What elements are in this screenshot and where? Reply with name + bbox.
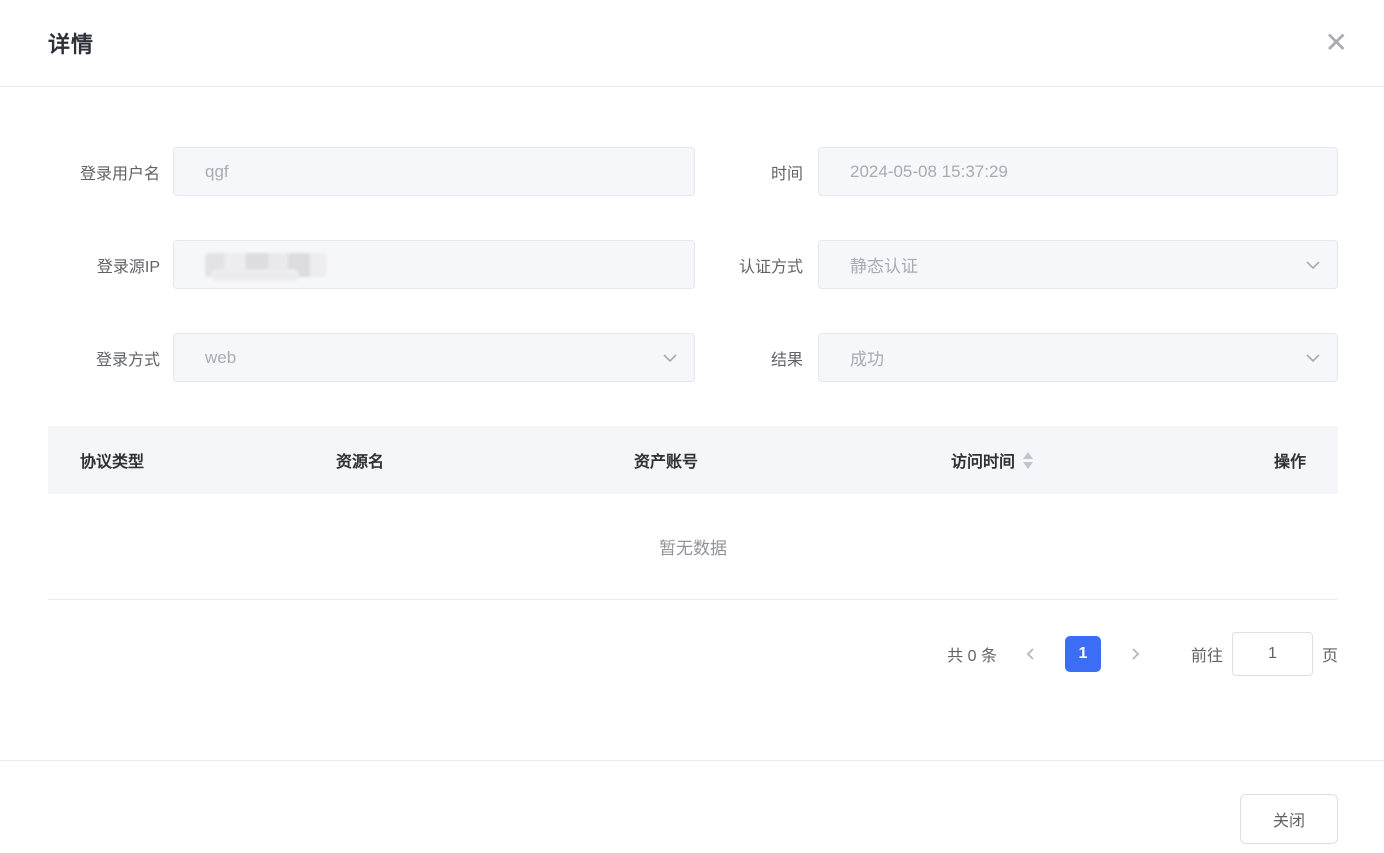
chevron-down-icon xyxy=(1305,351,1321,365)
auth-method-label: 认证方式 xyxy=(738,258,803,276)
pagination-total: 共 0 条 xyxy=(947,648,997,665)
login-method-select[interactable]: web xyxy=(173,333,695,382)
access-time-label: 访问时间 xyxy=(951,454,1016,471)
dialog-header: 详情 ✕ xyxy=(0,0,1384,87)
result-value: 成功 xyxy=(850,350,884,369)
column-header-resource-name: 资源名 xyxy=(336,454,385,471)
detail-dialog: 详情 ✕ 登录用户名 qgf 时间 2024-05-08 15:37:29 登录… xyxy=(0,0,1384,853)
result-label: 结果 xyxy=(770,351,803,369)
dialog-body: 登录用户名 qgf 时间 2024-05-08 15:37:29 登录源IP 认… xyxy=(0,87,1384,676)
result-select[interactable]: 成功 xyxy=(818,333,1338,382)
login-method-label: 登录方式 xyxy=(95,351,160,369)
auth-method-select[interactable]: 静态认证 xyxy=(818,240,1338,289)
column-header-protocol-type: 协议类型 xyxy=(80,454,145,471)
login-source-ip-input[interactable] xyxy=(173,240,695,289)
auth-method-value: 静态认证 xyxy=(850,257,918,276)
sort-caret-icon[interactable] xyxy=(1023,451,1034,469)
field-login-username: 登录用户名 qgf xyxy=(48,147,695,196)
column-header-access-time[interactable]: 访问时间 xyxy=(951,448,1251,472)
chevron-down-icon xyxy=(1305,258,1321,272)
login-username-label: 登录用户名 xyxy=(79,165,160,183)
dialog-footer: 关闭 xyxy=(0,760,1384,844)
table-header-row: 协议类型 资源名 资产账号 访问时间 操作 xyxy=(48,426,1338,494)
login-username-input[interactable]: qgf xyxy=(173,147,695,196)
masked-ip-value xyxy=(205,252,327,281)
prev-page-icon[interactable] xyxy=(1023,646,1039,662)
empty-text: 暂无数据 xyxy=(659,539,727,558)
time-label: 时间 xyxy=(770,165,803,183)
sessions-table: 协议类型 资源名 资产账号 访问时间 操作 暂无数据 xyxy=(48,426,1338,600)
dialog-title: 详情 xyxy=(48,32,95,57)
field-result: 结果 成功 xyxy=(695,333,1338,382)
time-value: 2024-05-08 15:37:29 xyxy=(850,161,1008,181)
column-header-operation: 操作 xyxy=(1273,454,1306,471)
login-method-value: web xyxy=(205,347,237,367)
login-source-ip-label: 登录源IP xyxy=(96,258,160,276)
time-input[interactable]: 2024-05-08 15:37:29 xyxy=(818,147,1338,196)
form-row-3: 登录方式 web 结果 成功 xyxy=(48,333,1338,382)
field-time: 时间 2024-05-08 15:37:29 xyxy=(695,147,1338,196)
next-page-icon[interactable] xyxy=(1127,646,1143,662)
chevron-down-icon xyxy=(662,351,678,365)
goto-page-input[interactable] xyxy=(1231,632,1313,676)
field-login-source-ip: 登录源IP xyxy=(48,240,695,289)
form-row-2: 登录源IP 认证方式 静态认证 xyxy=(48,240,1338,289)
column-header-asset-account: 资产账号 xyxy=(634,454,699,471)
field-auth-method: 认证方式 静态认证 xyxy=(695,240,1338,289)
field-login-method: 登录方式 web xyxy=(48,333,695,382)
goto-prefix-label: 前往 xyxy=(1190,648,1223,665)
table-empty-state: 暂无数据 xyxy=(48,494,1338,600)
form-row-1: 登录用户名 qgf 时间 2024-05-08 15:37:29 xyxy=(48,147,1338,196)
close-button[interactable]: 关闭 xyxy=(1240,794,1338,844)
close-icon[interactable]: ✕ xyxy=(1325,29,1348,57)
page-button-1[interactable]: 1 xyxy=(1064,636,1101,672)
pagination: 共 0 条 1 前往 页 xyxy=(48,632,1338,676)
goto-suffix-label: 页 xyxy=(1321,648,1338,665)
login-username-value: qgf xyxy=(205,161,229,181)
